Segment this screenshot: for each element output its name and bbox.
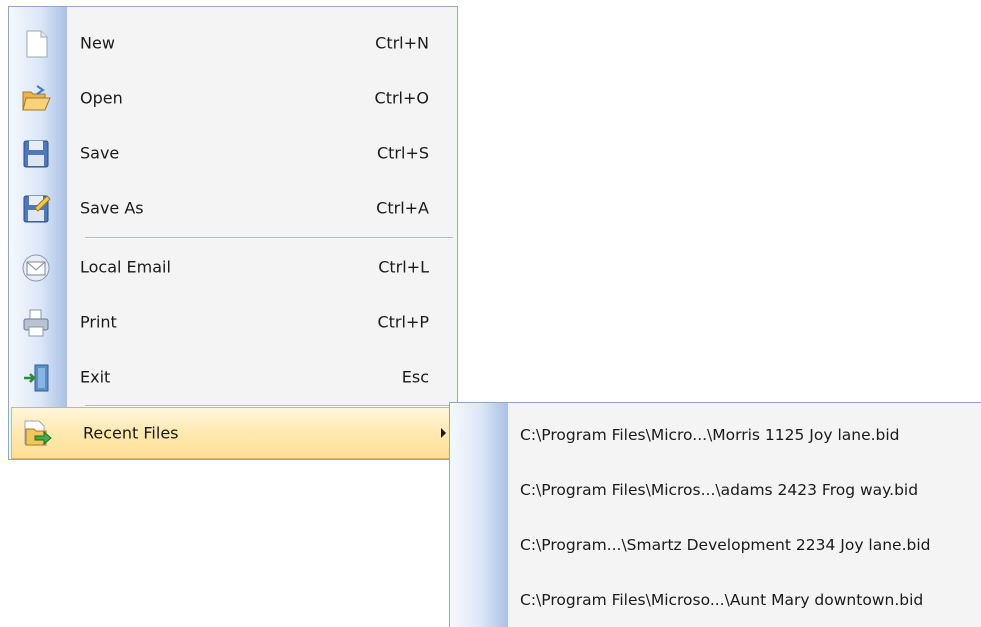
menu-item-new[interactable]: New Ctrl+N: [9, 15, 457, 70]
menu-item-label: New: [80, 33, 115, 52]
recent-file-item[interactable]: C:\Program Files\Microso...\Aunt Mary do…: [520, 591, 923, 609]
recent-file-item[interactable]: C:\Program...\Smartz Development 2234 Jo…: [520, 536, 931, 554]
open-folder-icon: [22, 85, 51, 111]
recent-file-item[interactable]: C:\Program Files\Micros...\adams 2423 Fr…: [520, 481, 918, 499]
menu-item-label: Recent Files: [83, 423, 179, 443]
save-as-icon: [23, 195, 51, 223]
menu-item-shortcut: Ctrl+L: [378, 257, 429, 276]
menu-item-save[interactable]: Save Ctrl+S: [9, 125, 457, 180]
recent-files-icon: [24, 420, 52, 446]
menu-item-label: Local Email: [80, 257, 171, 276]
menu-item-shortcut: Esc: [401, 367, 429, 386]
recent-file-item[interactable]: C:\Program Files\Micro...\Morris 1125 Jo…: [520, 426, 900, 444]
floppy-disk-icon: [23, 140, 49, 168]
submenu-icon-strip: [450, 403, 508, 627]
menu-item-print[interactable]: Print Ctrl+P: [9, 294, 457, 349]
new-document-icon: [26, 30, 48, 58]
menu-item-label: Print: [80, 312, 117, 331]
menu-item-open[interactable]: Open Ctrl+O: [9, 70, 457, 125]
menu-item-local-email[interactable]: Local Email Ctrl+L: [9, 239, 457, 294]
menu-item-shortcut: Ctrl+O: [374, 88, 429, 107]
menu-item-label: Save: [80, 143, 120, 162]
envelope-icon: [22, 254, 50, 282]
printer-icon: [23, 309, 49, 337]
menu-item-shortcut: Ctrl+P: [377, 312, 429, 331]
menu-item-shortcut: Ctrl+S: [376, 143, 429, 162]
file-menu: New Ctrl+N Open Ctrl+O Save Ctrl+S Save …: [8, 6, 458, 460]
menu-item-label: Open: [80, 88, 123, 107]
menu-item-exit[interactable]: Exit Esc: [9, 349, 457, 404]
recent-files-submenu: C:\Program Files\Micro...\Morris 1125 Jo…: [449, 402, 981, 627]
menu-item-shortcut: Ctrl+N: [375, 33, 429, 52]
menu-item-shortcut: Ctrl+A: [376, 198, 429, 217]
menu-item-label: Exit: [80, 367, 111, 386]
submenu-arrow-icon: [441, 428, 446, 438]
menu-item-save-as[interactable]: Save As Ctrl+A: [9, 180, 457, 235]
menu-item-recent-files[interactable]: Recent Files: [11, 407, 455, 459]
exit-door-icon: [24, 364, 49, 392]
menu-item-label: Save As: [80, 198, 144, 217]
